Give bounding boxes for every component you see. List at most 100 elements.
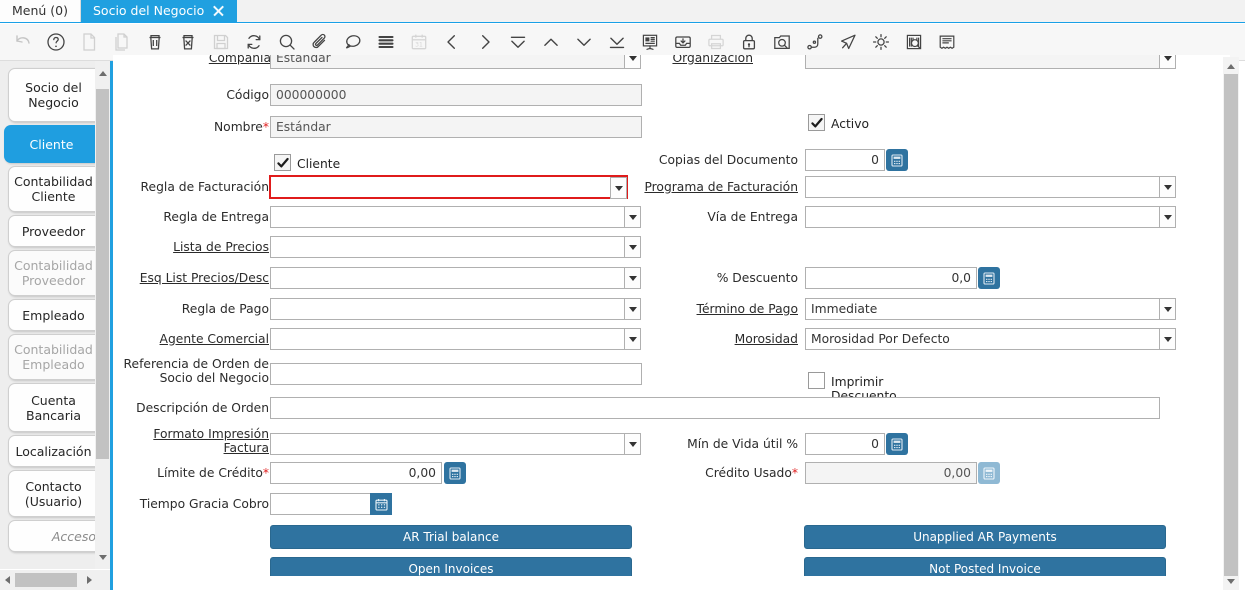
field-combo-arrow-morosidad[interactable] (1159, 328, 1176, 350)
product-info-icon[interactable] (897, 26, 930, 59)
calendar-picker-button-tiempo-gracia-cobro[interactable] (370, 493, 392, 515)
sidebar-horizontal-scrollbar[interactable] (0, 570, 110, 590)
page-down-icon[interactable] (567, 26, 600, 59)
open-invoices-button[interactable]: Open Invoices (270, 557, 632, 576)
report-icon[interactable] (633, 26, 666, 59)
last-record-icon[interactable] (600, 26, 633, 59)
help-icon[interactable] (39, 26, 72, 59)
field-combo-arrow-organizacion[interactable] (1159, 55, 1176, 69)
sidebar-scroll-thumb[interactable] (96, 89, 109, 459)
field-input-lista-precios[interactable] (270, 236, 625, 258)
sidebar-item-acceso[interactable]: Acceso (8, 520, 95, 552)
refresh-icon[interactable] (237, 26, 270, 59)
unapplied-ar-payments-button[interactable]: Unapplied AR Payments (804, 525, 1166, 549)
field-input-via-entrega[interactable] (805, 206, 1160, 228)
delete-selection-icon[interactable] (171, 26, 204, 59)
sidebar-item-cliente[interactable]: Cliente (4, 125, 95, 163)
field-input-termino-pago[interactable]: Immediate (805, 298, 1160, 320)
sidebar-item-empleado[interactable]: Empleado (8, 299, 95, 331)
chat-icon[interactable] (336, 26, 369, 59)
zoom-across-icon[interactable] (765, 26, 798, 59)
sidebar-item-localizacion[interactable]: Localización (8, 435, 95, 467)
field-input-referencia-orden[interactable] (270, 363, 642, 385)
tab-menu[interactable]: Menú (0) (0, 0, 81, 22)
sidebar-item-contabilidad-empleado[interactable]: Contabilidad Empleado (8, 334, 95, 380)
sidebar-item-contabilidad-proveedor[interactable]: Contabilidad Proveedor (8, 250, 95, 296)
calculator-button-pct-descuento[interactable] (978, 267, 1000, 289)
field-input-esq-list-precios[interactable] (270, 267, 625, 289)
not-posted-invoice-button[interactable]: Not Posted Invoice (804, 557, 1166, 576)
field-input-nombre[interactable]: Estándar (270, 116, 642, 138)
sidebar-item-socio-del-negocio[interactable]: Socio del Negocio (8, 68, 95, 122)
field-input-regla-facturacion[interactable] (269, 175, 628, 199)
field-input-credito-usado[interactable]: 0,00 (805, 462, 977, 484)
field-combo-arrow-formato-impresion-factura[interactable] (624, 433, 641, 455)
field-input-regla-pago[interactable] (270, 298, 625, 320)
sidebar-item-cuenta-bancaria[interactable]: Cuenta Bancaria (8, 383, 95, 432)
scroll-up-icon[interactable] (1223, 58, 1239, 74)
field-combo-arrow-regla-facturacion[interactable] (610, 177, 627, 199)
field-combo-arrow-esq-list-precios[interactable] (624, 267, 641, 289)
lock-icon[interactable] (732, 26, 765, 59)
next-record-icon[interactable] (468, 26, 501, 59)
field-combo-arrow-regla-pago[interactable] (624, 298, 641, 320)
sidebar-vertical-scrollbar[interactable] (95, 61, 110, 569)
field-input-programa-facturacion[interactable] (805, 176, 1160, 198)
field-checkbox-cliente[interactable] (274, 154, 291, 171)
save-icon[interactable] (204, 26, 237, 59)
archive-icon[interactable] (666, 26, 699, 59)
delete-icon[interactable] (138, 26, 171, 59)
field-combo-arrow-programa-facturacion[interactable] (1159, 176, 1176, 198)
scroll-right-icon[interactable] (82, 570, 97, 590)
tab-socio-del-negocio[interactable]: Socio del Negocio (81, 0, 237, 22)
field-combo-arrow-lista-precios[interactable] (624, 236, 641, 258)
send-icon[interactable] (831, 26, 864, 59)
calculator-button-copias-documento[interactable] (886, 149, 908, 171)
field-checkbox-activo[interactable] (808, 114, 825, 131)
calculator-button-min-vida-util[interactable] (886, 433, 908, 455)
scroll-left-icon[interactable] (0, 570, 15, 590)
field-input-regla-entrega[interactable] (270, 206, 625, 228)
print-icon[interactable] (699, 26, 732, 59)
field-input-tiempo-gracia-cobro[interactable] (270, 493, 372, 515)
previous-record-icon[interactable] (435, 26, 468, 59)
sidebar-item-contacto-usuario[interactable]: Contacto (Usuario) (8, 470, 95, 517)
field-input-agente-comercial[interactable] (270, 328, 625, 350)
scroll-up-icon[interactable] (95, 66, 110, 81)
field-input-codigo[interactable]: 000000000 (270, 84, 642, 106)
new-record-icon[interactable] (72, 26, 105, 59)
field-input-pct-descuento[interactable]: 0,0 (805, 267, 977, 289)
sidebar-item-contabilidad-cliente[interactable]: Contabilidad Cliente (8, 166, 95, 212)
field-checkbox-imprimir-descuento[interactable] (808, 372, 825, 389)
calendar-icon[interactable]: 31 (402, 26, 435, 59)
sidebar-item-proveedor[interactable]: Proveedor (8, 215, 95, 247)
calculator-button-credito-usado[interactable] (978, 462, 1000, 484)
field-input-formato-impresion-factura[interactable] (270, 433, 625, 455)
field-combo-arrow-termino-pago[interactable] (1159, 298, 1176, 320)
field-input-compania[interactable]: Estándar (270, 55, 625, 69)
field-input-morosidad[interactable]: Morosidad Por Defecto (805, 328, 1160, 350)
undo-icon[interactable] (6, 26, 39, 59)
field-input-min-vida-util[interactable]: 0 (805, 433, 885, 455)
grid-toggle-icon[interactable] (369, 26, 402, 59)
scroll-down-icon[interactable] (95, 550, 110, 565)
field-input-organizacion[interactable] (805, 55, 1160, 69)
first-record-icon[interactable] (501, 26, 534, 59)
field-combo-arrow-regla-entrega[interactable] (624, 206, 641, 228)
copy-record-icon[interactable] (105, 26, 138, 59)
preferences-icon[interactable] (864, 26, 897, 59)
form-vertical-scrollbar[interactable] (1223, 57, 1239, 590)
record-info-icon[interactable] (930, 26, 963, 59)
field-input-limite-credito[interactable]: 0,00 (270, 462, 442, 484)
sidebar-hscroll-thumb[interactable] (15, 573, 77, 587)
attachment-icon[interactable] (303, 26, 336, 59)
field-input-copias-documento[interactable]: 0 (805, 149, 885, 171)
close-icon[interactable] (212, 4, 225, 17)
calculator-button-limite-credito[interactable] (444, 462, 466, 484)
field-input-descripcion-orden[interactable] (270, 397, 1160, 419)
workflow-icon[interactable] (798, 26, 831, 59)
page-up-icon[interactable] (534, 26, 567, 59)
ar-trial-balance-button[interactable]: AR Trial balance (270, 525, 632, 549)
field-combo-arrow-agente-comercial[interactable] (624, 328, 641, 350)
form-scroll-thumb[interactable] (1224, 74, 1238, 576)
